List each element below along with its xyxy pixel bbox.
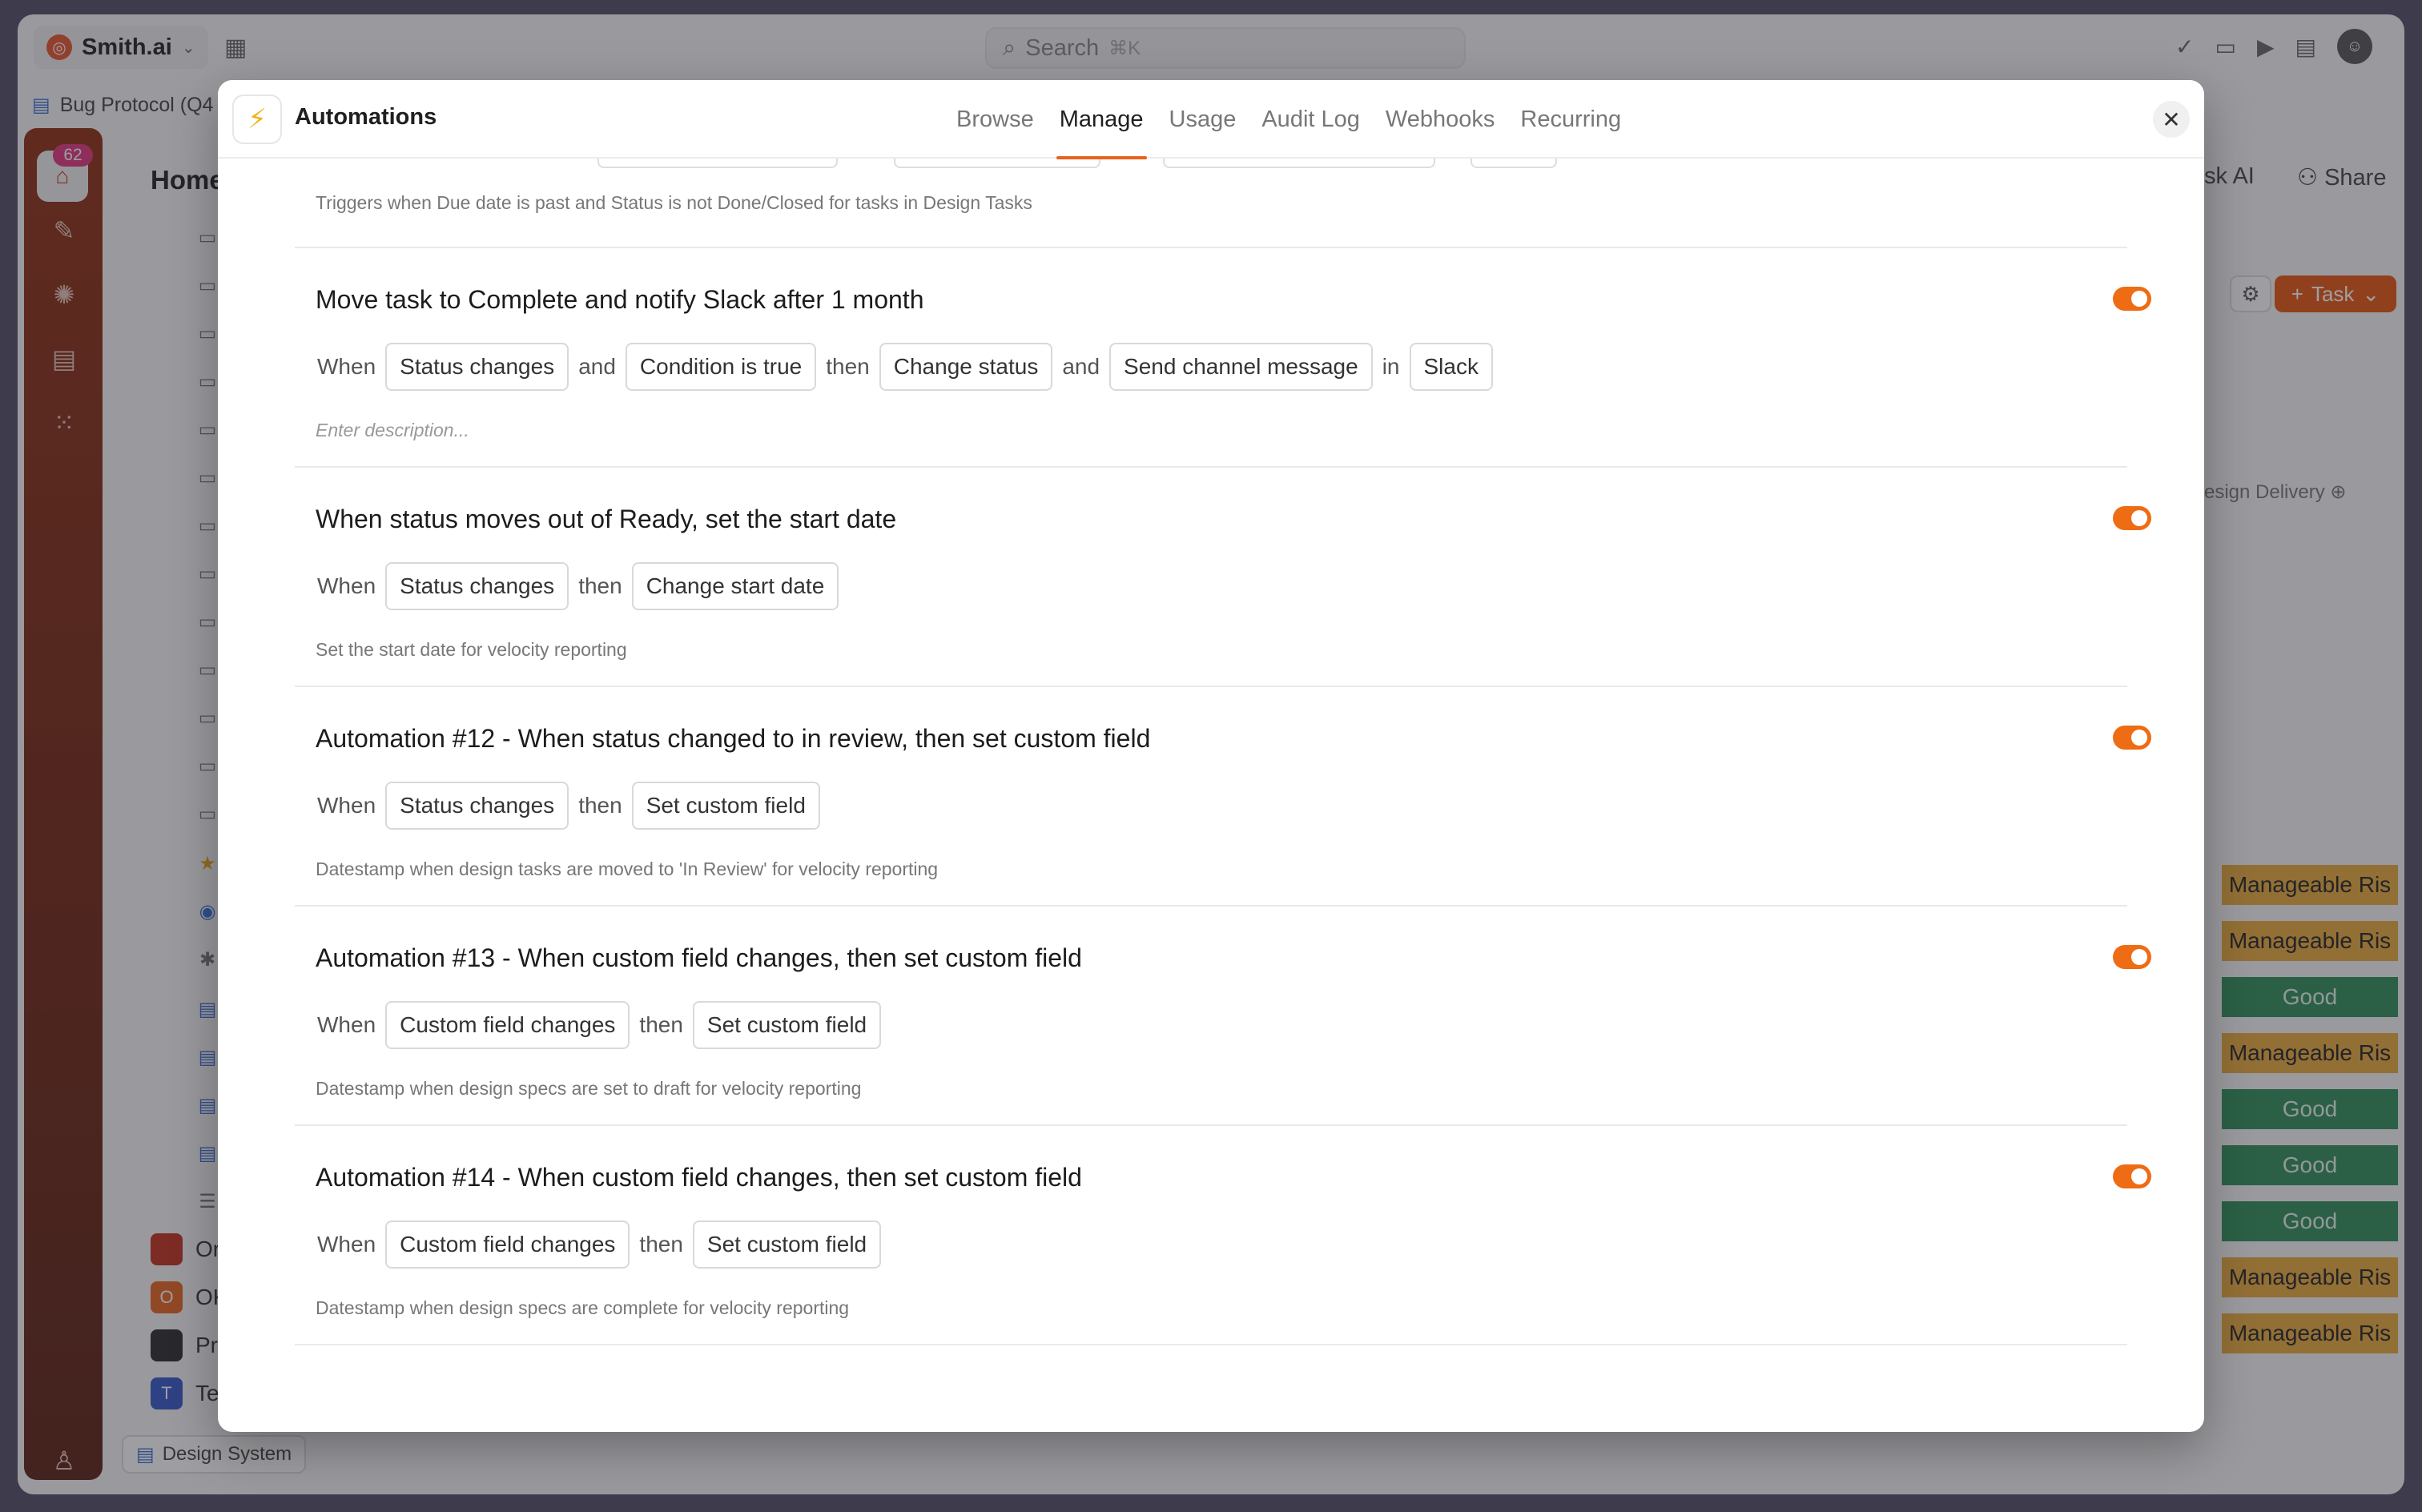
flow-connector: then xyxy=(578,793,622,818)
flow-pill[interactable]: Status changes xyxy=(385,343,569,391)
flow-connector: then xyxy=(639,1012,683,1037)
automation-flow: When Status changes and Condition is true th… xyxy=(316,343,1493,391)
description-input[interactable]: Enter description... xyxy=(316,420,469,441)
tab-usage[interactable]: Usage xyxy=(1169,80,1237,159)
automation-title: Automation #13 - When custom field chang… xyxy=(316,943,1082,972)
automation-description: Set the start date for velocity reportin… xyxy=(316,639,627,660)
toggle-on-icon[interactable] xyxy=(2113,726,2151,750)
flow-connector: When xyxy=(317,1232,376,1257)
flow-pill[interactable]: Custom field changes xyxy=(385,1001,630,1049)
automation-description: Datestamp when design specs are set to d… xyxy=(316,1078,862,1099)
flow-connector: When xyxy=(317,573,376,598)
flow-pill[interactable]: Condition is true xyxy=(625,343,817,391)
flow-connector: When xyxy=(317,354,376,379)
automation-flow: When Custom field changes then Set custom f… xyxy=(316,1001,882,1049)
modal-title: Automations xyxy=(295,104,437,130)
flow-connector: and xyxy=(1062,354,1100,379)
flow-connector: and xyxy=(578,354,616,379)
automation-list: Triggers when Due date is past and Statu… xyxy=(218,159,2204,1432)
flow-pill[interactable]: Status changes xyxy=(385,562,569,610)
flow-connector: When xyxy=(317,1012,376,1037)
automation-flow: When Status changes then Change start date xyxy=(316,562,839,610)
tab-browse[interactable]: Browse xyxy=(956,80,1034,159)
toggle-on-icon[interactable] xyxy=(2113,287,2151,311)
flow-connector: in xyxy=(1382,354,1400,379)
automation-description: Triggers when Due date is past and Statu… xyxy=(316,192,1032,213)
modal-header: ⚡ Automations Browse Manage Usage Audit Log… xyxy=(218,80,2204,159)
automation-flow: When Custom field changes then Set custom f… xyxy=(316,1220,882,1269)
flow-pill[interactable] xyxy=(597,159,838,168)
flow-pill[interactable]: Set custom field xyxy=(692,1001,882,1049)
automation-description: Datestamp when design tasks are moved to… xyxy=(316,859,939,879)
close-icon[interactable]: ✕ xyxy=(2153,101,2190,138)
automation-flow: When Status changes then Set custom field xyxy=(316,782,820,830)
toggle-on-icon[interactable] xyxy=(2113,945,2151,969)
automation-row[interactable]: Move task to Complete and notify Slack a… xyxy=(295,248,2151,468)
automation-title: When status moves out of Ready, set the … xyxy=(316,505,897,533)
flow-pill[interactable]: Set custom field xyxy=(692,1220,882,1269)
automation-row[interactable]: Automation #13 - When custom field chang… xyxy=(295,907,2151,1126)
flow-pill[interactable] xyxy=(1163,159,1435,168)
automation-row[interactable]: Automation #12 - When status changed to … xyxy=(295,687,2151,907)
flow-pill[interactable] xyxy=(894,159,1100,168)
automation-row[interactable]: Automation #14 - When custom field chang… xyxy=(295,1126,2151,1345)
divider xyxy=(295,1344,2127,1345)
flow-connector: then xyxy=(826,354,870,379)
toggle-on-icon[interactable] xyxy=(2113,506,2151,530)
tab-recurring[interactable]: Recurring xyxy=(1520,80,1621,159)
automation-title: Automation #14 - When custom field chang… xyxy=(316,1163,1082,1192)
modal-tabs: Browse Manage Usage Audit Log Webhooks Recurr… xyxy=(956,80,1621,159)
flow-connector: then xyxy=(578,573,622,598)
automation-title: Move task to Complete and notify Slack a… xyxy=(316,285,924,314)
flow-pill[interactable]: Change status xyxy=(879,343,1053,391)
flow-pill[interactable]: Status changes xyxy=(385,782,569,830)
flow-pill[interactable]: Set custom field xyxy=(631,782,820,830)
flow-connector: then xyxy=(639,1232,683,1257)
automation-row[interactable]: When status moves out of Ready, set the … xyxy=(295,468,2151,687)
tab-manage[interactable]: Manage xyxy=(1056,80,1147,159)
flow-pill[interactable]: Send channel message xyxy=(1109,343,1373,391)
partial-flow-pills xyxy=(597,159,1557,168)
tab-audit-log[interactable]: Audit Log xyxy=(1261,80,1360,159)
tab-webhooks[interactable]: Webhooks xyxy=(1386,80,1495,159)
toggle-on-icon[interactable] xyxy=(2113,1164,2151,1188)
flow-pill[interactable] xyxy=(1470,159,1557,168)
automation-description: Datestamp when design specs are complete… xyxy=(316,1297,850,1318)
flow-pill[interactable]: Change start date xyxy=(631,562,839,610)
automations-modal: ⚡ Automations Browse Manage Usage Audit Log… xyxy=(218,80,2204,1432)
flow-pill[interactable]: Custom field changes xyxy=(385,1220,630,1269)
lightning-bolt-icon: ⚡ xyxy=(232,94,282,144)
flow-pill[interactable]: Slack xyxy=(1409,343,1493,391)
automation-title: Automation #12 - When status changed to … xyxy=(316,724,1151,753)
flow-connector: When xyxy=(317,793,376,818)
